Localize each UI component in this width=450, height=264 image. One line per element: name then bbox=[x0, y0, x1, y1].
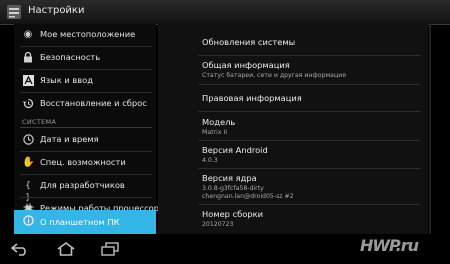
row-value: 4.0.3 bbox=[202, 157, 218, 164]
sidebar-item-language[interactable]: Язык и ввод bbox=[14, 70, 156, 92]
recent-apps-icon[interactable] bbox=[100, 242, 120, 256]
row-android-version[interactable]: Версия Android 4.0.3 bbox=[202, 145, 268, 165]
row-value: 20120723 bbox=[202, 221, 234, 228]
sidebar-item-security[interactable]: Безопасность bbox=[14, 47, 156, 69]
row-value-secondary: chengnan.lan@droid05-sz #2 bbox=[202, 193, 294, 200]
restore-icon bbox=[22, 98, 34, 110]
sidebar-item-restore[interactable]: Восстановление и сброс bbox=[14, 93, 156, 115]
divider bbox=[198, 84, 420, 85]
sidebar-item-location[interactable]: ◉ Мое местоположение bbox=[14, 24, 156, 46]
sidebar-item-label: Мое местоположение bbox=[40, 29, 136, 39]
row-title: Общая информация bbox=[202, 60, 290, 70]
row-subtitle: Статус батареи, сети и другая информация bbox=[202, 72, 346, 79]
divider bbox=[198, 140, 420, 141]
divider bbox=[198, 55, 420, 56]
sidebar-item-label: Для разработчиков bbox=[40, 180, 125, 190]
clock-icon bbox=[22, 134, 34, 146]
sidebar-item-label: Безопасность bbox=[40, 52, 101, 62]
row-title: Версия Android bbox=[202, 145, 268, 155]
about-tablet-panel: Обновления системы Общая информация Стат… bbox=[158, 24, 428, 234]
divider bbox=[198, 204, 420, 205]
accessibility-icon: ✋ bbox=[22, 157, 35, 168]
lock-icon bbox=[22, 51, 34, 64]
row-title: Номер сборки bbox=[202, 209, 264, 219]
sidebar-item-label: О планшетном ПК bbox=[40, 217, 120, 227]
sidebar-item-label: Дата и время bbox=[40, 134, 99, 144]
developer-icon: { } bbox=[25, 181, 31, 203]
action-bar: Настройки bbox=[0, 0, 450, 25]
hwp-watermark-logo: HWP.ru bbox=[360, 236, 419, 255]
sidebar-item-date-time[interactable]: Дата и время bbox=[14, 129, 156, 151]
home-icon[interactable] bbox=[56, 242, 76, 256]
sidebar-item-accessibility[interactable]: ✋ Спец. возможности bbox=[14, 152, 156, 174]
row-title: Версия ядра bbox=[202, 173, 257, 183]
row-build-number[interactable]: Номер сборки 20120723 bbox=[202, 209, 263, 229]
sidebar-item-label: Язык и ввод bbox=[40, 75, 93, 85]
sidebar-item-label: Восстановление и сброс bbox=[40, 98, 147, 108]
row-general-info[interactable]: Общая информация Статус батареи, сети и … bbox=[202, 60, 346, 80]
sidebar-item-developer[interactable]: { } Для разработчиков bbox=[14, 175, 156, 203]
row-kernel-version: Версия ядра 3.0.8-g3fcfa58-dirty chengna… bbox=[202, 173, 294, 201]
location-icon: ◉ bbox=[23, 29, 33, 40]
sidebar-item-label: Спец. возможности bbox=[40, 157, 126, 167]
row-model: Модель Matrix II bbox=[202, 117, 235, 137]
settings-app-icon[interactable] bbox=[6, 4, 22, 20]
row-title: Правовая информация bbox=[202, 93, 302, 103]
section-divider bbox=[20, 127, 152, 128]
settings-sidebar[interactable]: ◉ Мое местоположение Безопасность Язык и… bbox=[14, 24, 164, 234]
row-title: Модель bbox=[202, 117, 236, 127]
divider bbox=[198, 168, 420, 169]
row-value: 3.0.8-g3fcfa58-dirty bbox=[202, 185, 264, 192]
scrollbar-track[interactable] bbox=[429, 24, 431, 234]
page-title: Настройки bbox=[28, 5, 85, 16]
row-title: Обновления системы bbox=[202, 37, 296, 47]
row-system-updates[interactable]: Обновления системы bbox=[202, 37, 295, 47]
sidebar-item-about-tablet[interactable]: О планшетном ПК bbox=[14, 210, 156, 234]
info-icon bbox=[22, 215, 34, 227]
language-icon bbox=[22, 75, 34, 87]
row-value: Matrix II bbox=[202, 129, 228, 136]
back-icon[interactable] bbox=[10, 242, 30, 256]
section-header-system: СИСТЕМА bbox=[22, 118, 57, 126]
row-legal-info[interactable]: Правовая информация bbox=[202, 93, 302, 103]
divider bbox=[198, 111, 420, 112]
